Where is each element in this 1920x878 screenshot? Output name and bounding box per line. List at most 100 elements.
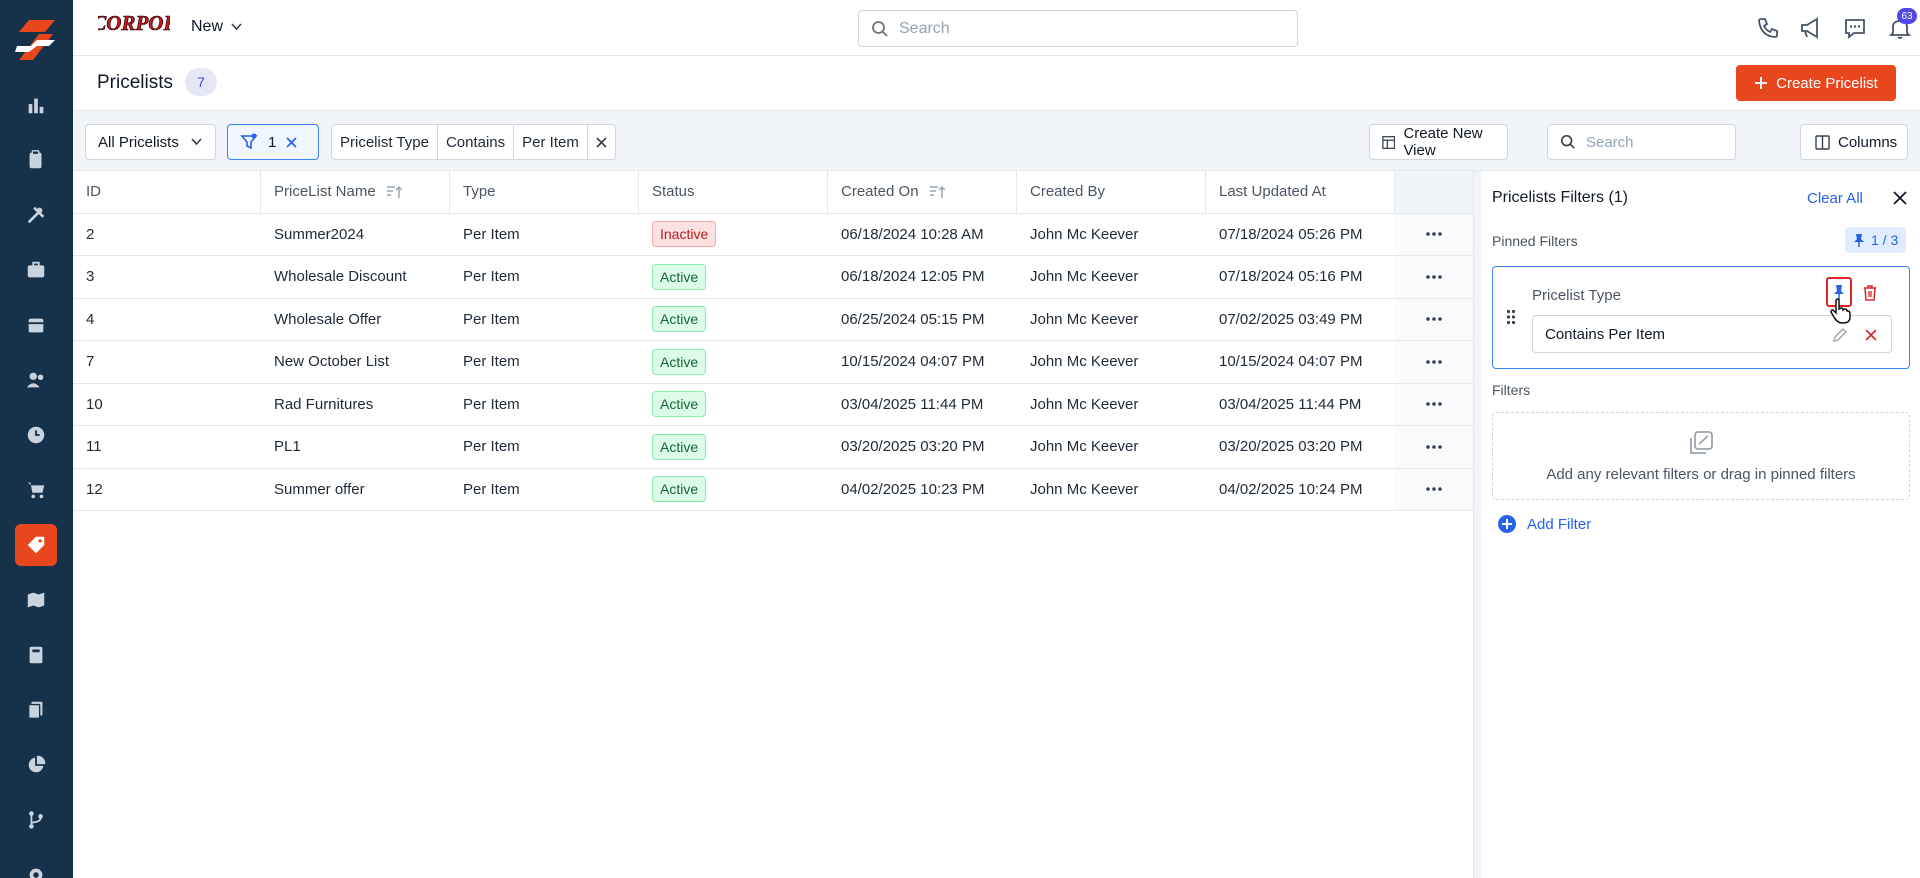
column-header-last-updated[interactable]: Last Updated At [1206,171,1395,213]
sidebar-item-orders[interactable] [15,469,57,511]
close-icon[interactable] [1893,191,1907,205]
cell-status: Inactive [639,214,828,256]
cell-created-by: John Mc Keever [1017,299,1206,341]
column-header-actions [1395,171,1473,213]
clear-all-link[interactable]: Clear All [1807,190,1863,207]
column-header-name[interactable]: PriceList Name [261,171,450,213]
table-row[interactable]: 2 Summer2024 Per Item Inactive 06/18/2024 10… [73,213,1473,256]
column-header-status[interactable]: Status [639,171,828,213]
cell-name-text: New October List [274,353,390,371]
pinned-filter-card[interactable]: Pricelist Type Contains Per Item [1492,266,1910,369]
sidebar-item-map[interactable] [15,579,57,621]
chevron-down-icon [231,23,242,31]
filter-chip-operator: Contains [438,125,515,159]
drag-handle-icon[interactable] [1506,309,1516,325]
trash-icon[interactable] [1862,284,1878,301]
tools-icon [27,206,45,224]
active-filter-toggle[interactable]: 1 [227,124,319,160]
documents-icon [27,701,43,719]
cart-icon [27,482,45,499]
megaphone-icon[interactable] [1798,15,1824,41]
table-row[interactable]: 3 Wholesale Discount Per Item Active 06/18/2… [73,256,1473,299]
global-search-input[interactable]: Search [858,10,1298,47]
cell-created-on-text: 06/18/2024 12:05 PM [841,268,985,286]
row-actions-button[interactable] [1395,468,1473,510]
cell-id: 12 [73,469,261,511]
filters-label: Filters [1492,382,1531,398]
add-filter-button[interactable]: Add Filter [1497,514,1591,534]
filters-panel: Pricelists Filters (1) Clear All Pinned … [1481,171,1920,878]
sidebar-item-business[interactable] [15,249,57,291]
close-icon [596,136,607,148]
table-row[interactable]: 11 PL1 Per Item Active 03/20/2025 03:20 PM Jo… [73,426,1473,469]
sidebar-item-estimates[interactable] [15,634,57,676]
table-row[interactable]: 4 Wholesale Offer Per Item Active 06/25/2024… [73,298,1473,341]
row-actions-button[interactable] [1395,341,1473,383]
view-selector[interactable]: All Pricelists [85,124,216,160]
search-icon [872,20,888,37]
filter-dropzone[interactable]: Add any relevant filters or drag in pinn… [1492,412,1910,500]
row-actions-button[interactable] [1395,298,1473,340]
table-row[interactable]: 10 Rad Furnitures Per Item Active 03/04/2025… [73,383,1473,426]
filter-chip[interactable]: Pricelist Type Contains Per Item [331,124,616,160]
cell-name: Rad Furnitures [261,384,450,426]
sidebar-item-jobs[interactable] [15,139,57,181]
map-icon [27,592,45,608]
sidebar-item-pricelists[interactable] [15,524,57,566]
chat-icon[interactable] [1842,15,1868,41]
cell-created-by-text: John Mc Keever [1030,353,1139,371]
row-actions-button[interactable] [1395,256,1473,298]
table-row[interactable]: 7 New October List Per Item Active 10/15/202… [73,341,1473,384]
edit-icon[interactable] [1832,327,1848,343]
table-row[interactable]: 12 Summer offer Per Item Active 04/02/2025 1… [73,468,1473,511]
page-header: Pricelists 7 Create Pricelist [73,56,1920,110]
cell-name: New October List [261,341,450,383]
sidebar-item-calendar[interactable] [15,304,57,346]
more-horizontal-icon [1426,402,1442,407]
cell-last-updated-text: 10/15/2024 04:07 PM [1219,353,1363,371]
column-header-created-by[interactable]: Created By [1017,171,1206,213]
columns-button[interactable]: Columns [1800,124,1908,160]
sidebar-item-workflows[interactable] [15,799,57,841]
brand-logo[interactable]: ACME CORPORATION [98,10,170,42]
create-new-view-button[interactable]: Create New View [1369,124,1508,160]
column-header-created-on[interactable]: Created On [828,171,1017,213]
new-menu-button[interactable]: New [191,18,242,36]
sort-icon[interactable] [386,185,402,199]
sidebar-item-timesheets[interactable] [15,414,57,456]
cell-last-updated: 03/04/2025 11:44 PM [1206,384,1395,426]
top-bar: ACME CORPORATION New Search 63 [73,0,1920,56]
cell-name: Wholesale Offer [261,299,450,341]
cell-created-by-text: John Mc Keever [1030,395,1139,413]
table-search-input[interactable]: Search [1547,124,1736,160]
gear-icon [29,868,43,878]
more-horizontal-icon [1426,317,1442,322]
row-actions-button[interactable] [1395,426,1473,468]
cell-created-by-text: John Mc Keever [1030,268,1139,286]
add-filter-label: Add Filter [1527,515,1592,533]
create-pricelist-button[interactable]: Create Pricelist [1736,65,1896,101]
sidebar-item-documents[interactable] [15,689,57,731]
sidebar-item-reports[interactable] [15,84,57,126]
sidebar-item-customers[interactable] [15,359,57,401]
cell-created-on-text: 06/18/2024 10:28 AM [841,225,984,243]
sidebar-item-settings[interactable] [15,854,57,878]
tag-icon [27,536,45,554]
cell-created-by: John Mc Keever [1017,341,1206,383]
cell-status: Active [639,341,828,383]
app-logo-icon[interactable] [15,18,57,62]
cell-last-updated-text: 03/20/2025 03:20 PM [1219,438,1363,456]
phone-icon[interactable] [1755,15,1781,41]
clear-value-icon[interactable] [1865,329,1877,341]
column-header-type[interactable]: Type [450,171,639,213]
close-icon[interactable] [286,136,297,148]
row-actions-button[interactable] [1395,383,1473,425]
cell-created-by: John Mc Keever [1017,256,1206,298]
column-header-id[interactable]: ID [73,171,261,213]
sort-icon[interactable] [929,185,945,199]
panel-divider[interactable] [1473,171,1481,878]
remove-filter-button[interactable] [588,125,615,159]
sidebar-item-services[interactable] [15,194,57,236]
sidebar-item-analytics[interactable] [15,744,57,786]
row-actions-button[interactable] [1395,213,1473,255]
